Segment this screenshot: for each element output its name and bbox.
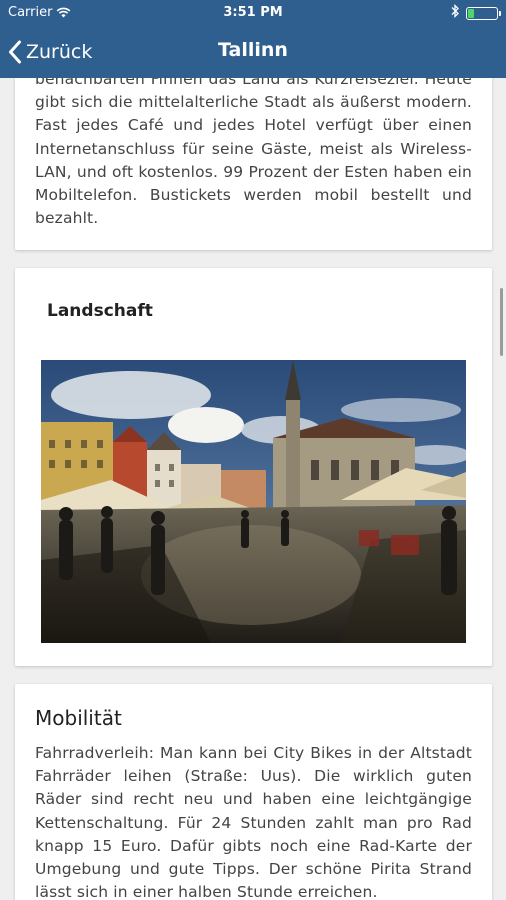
intro-text: benachbarten Finnen das Land als Kurzrei… (35, 78, 472, 228)
mobility-heading: Mobilität (35, 706, 122, 730)
status-time: 3:51 PM (223, 5, 283, 20)
status-bar: Carrier 3:51 PM (0, 0, 506, 26)
landscape-card: Landschaft (15, 268, 492, 666)
mobility-text: Fahrradverleih: Man kann bei City Bikes … (35, 744, 472, 900)
town-square-photo-icon (41, 360, 466, 643)
landscape-heading: Landschaft (47, 301, 153, 321)
navigation-header: Carrier 3:51 PM Zurück Tallinn (0, 0, 506, 78)
mobility-card: Mobilität Fahrradverleih: Man kann bei C… (15, 684, 492, 900)
nav-bar: Zurück Tallinn (0, 26, 506, 78)
scroll-indicator[interactable] (500, 288, 503, 356)
battery-icon (466, 7, 501, 20)
battery-level-fill (468, 9, 474, 18)
intro-card: benachbarten Finnen das Land als Kurzrei… (15, 78, 492, 250)
scroll-content[interactable]: benachbarten Finnen das Land als Kurzrei… (0, 78, 506, 900)
page-title: Tallinn (218, 39, 288, 61)
bluetooth-icon (451, 3, 460, 22)
